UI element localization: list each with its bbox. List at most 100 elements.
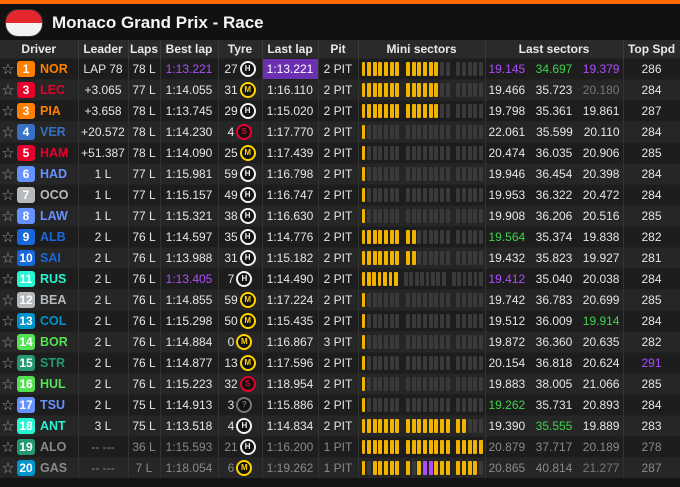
driver-code: HUL <box>40 377 66 391</box>
best-lap: 1:15.298 <box>160 310 219 332</box>
favorite-star-icon[interactable]: ☆ <box>0 354 16 372</box>
best-lap: 1:15.157 <box>160 184 219 206</box>
last-lap: 1:17.770 <box>262 121 319 143</box>
last-sectors-cell: 19.412 35.040 20.038 <box>485 268 624 290</box>
driver-code: COL <box>40 314 67 328</box>
col-last-lap[interactable]: Last lap <box>262 40 319 59</box>
position-badge: 15 <box>17 355 35 371</box>
driver-cell: ☆ 8 LAW <box>0 205 79 227</box>
sector-2-time: 35.361 <box>535 104 573 118</box>
driver-cell: ☆ 15 STR <box>0 352 79 374</box>
mini-sector-bar <box>456 440 461 454</box>
favorite-star-icon[interactable]: ☆ <box>0 375 16 393</box>
table-row[interactable]: ☆ 15 STR 2 L 76 L 1:14.877 13 M 1:17.596 2 PIT 20.… <box>0 352 680 374</box>
table-row[interactable]: ☆ 12 BEA 2 L 76 L 1:14.855 59 M 1:17.224 2 PIT 19.… <box>0 289 680 311</box>
pit-count: 2 PIT <box>318 163 359 185</box>
col-leader[interactable]: Leader <box>78 40 129 59</box>
mini-sector-bar <box>478 125 483 139</box>
col-top-speed[interactable]: Top Spd <box>623 40 680 59</box>
mini-sector-bar <box>389 314 394 328</box>
table-row[interactable]: ☆ 1 NOR LAP 78 78 L 1:13.221 27 H 1:13.221 2 PIT 1… <box>0 58 680 80</box>
table-row[interactable]: ☆ 20 GAS -- --- 7 L 1:18.054 6 M 1:19.262 1 PIT 20… <box>0 457 680 478</box>
favorite-star-icon[interactable]: ☆ <box>0 249 16 267</box>
col-mini-sectors[interactable]: Mini sectors <box>358 40 486 59</box>
col-best-lap[interactable]: Best lap <box>160 40 219 59</box>
table-row[interactable]: ☆ 7 OCO 1 L 77 L 1:15.157 49 H 1:16.747 2 PIT 19.9… <box>0 184 680 206</box>
table-row[interactable]: ☆ 3 PIA +3.658 78 L 1:13.745 29 H 1:15.020 2 PIT 1… <box>0 100 680 122</box>
table-row[interactable]: ☆ 6 HAD 1 L 77 L 1:15.981 59 H 1:16.798 2 PIT 19.9… <box>0 163 680 185</box>
best-lap: 1:14.230 <box>160 121 219 143</box>
table-row[interactable]: ☆ 5 HAM +51.387 78 L 1:14.090 25 M 1:17.439 2 PIT… <box>0 142 680 164</box>
favorite-star-icon[interactable]: ☆ <box>0 228 16 246</box>
favorite-star-icon[interactable]: ☆ <box>0 60 16 78</box>
favorite-star-icon[interactable]: ☆ <box>0 417 16 435</box>
mini-sector-bar <box>428 146 433 160</box>
leader-gap: 2 L <box>78 394 129 416</box>
mini-sector-bar <box>439 209 444 223</box>
mini-sector-bar <box>372 293 377 307</box>
table-row[interactable]: ☆ 3 LEC +3.065 77 L 1:14.055 31 M 1:16.110 2 PIT 1… <box>0 79 680 101</box>
top-speed: 284 <box>623 310 680 332</box>
sector-1-time: 19.908 <box>488 209 526 223</box>
mini-sector-bar <box>445 440 450 454</box>
favorite-star-icon[interactable]: ☆ <box>0 81 16 99</box>
table-row[interactable]: ☆ 9 ALB 2 L 76 L 1:14.597 35 H 1:14.776 2 PIT 19.5… <box>0 226 680 248</box>
sector-3-time: 20.189 <box>582 440 620 454</box>
favorite-star-icon[interactable]: ☆ <box>0 207 16 225</box>
table-row[interactable]: ☆ 16 HUL 2 L 76 L 1:15.223 32 S 1:18.954 2 PIT 19.… <box>0 373 680 395</box>
mini-sector-bar <box>372 209 377 223</box>
mini-sector-bar <box>478 83 483 97</box>
table-row[interactable]: ☆ 8 LAW 1 L 77 L 1:15.321 38 H 1:16.630 2 PIT 19.9… <box>0 205 680 227</box>
favorite-star-icon[interactable]: ☆ <box>0 165 16 183</box>
mini-sector-bar <box>395 440 400 454</box>
pit-count: 2 PIT <box>318 289 359 311</box>
col-laps[interactable]: Laps <box>128 40 161 59</box>
favorite-star-icon[interactable]: ☆ <box>0 144 16 162</box>
mini-sector-bar <box>445 461 450 475</box>
favorite-star-icon[interactable]: ☆ <box>0 270 16 288</box>
pit-count: 2 PIT <box>318 247 359 269</box>
leader-gap: 2 L <box>78 268 129 290</box>
favorite-star-icon[interactable]: ☆ <box>0 312 16 330</box>
col-tyre[interactable]: Tyre <box>218 40 263 59</box>
favorite-star-icon[interactable]: ☆ <box>0 459 16 477</box>
mini-sector-bar <box>428 461 433 475</box>
sector-3-time: 20.699 <box>582 293 620 307</box>
col-driver[interactable]: Driver <box>0 40 79 59</box>
col-pit[interactable]: Pit <box>318 40 359 59</box>
mini-sector-bar <box>372 83 377 97</box>
table-row[interactable]: ☆ 10 SAI 2 L 76 L 1:13.988 31 H 1:15.182 2 PIT 19.… <box>0 247 680 269</box>
driver-code: LEC <box>40 83 65 97</box>
favorite-star-icon[interactable]: ☆ <box>0 102 16 120</box>
table-row[interactable]: ☆ 13 COL 2 L 76 L 1:15.298 50 M 1:15.435 2 PIT 19.… <box>0 310 680 332</box>
driver-code: LAW <box>40 209 68 223</box>
col-last-sectors[interactable]: Last sectors <box>485 40 624 59</box>
last-lap: 1:14.776 <box>262 226 319 248</box>
mini-sectors-cell <box>358 415 486 437</box>
favorite-star-icon[interactable]: ☆ <box>0 396 16 414</box>
mini-sector-bar <box>417 440 422 454</box>
tyre-cell: 6M <box>218 457 263 478</box>
laps: 76 L <box>128 226 161 248</box>
mini-sector-bar <box>389 167 394 181</box>
table-row[interactable]: ☆ 18 ANT 3 L 75 L 1:13.518 4 H 1:14.834 2 PIT 19.3… <box>0 415 680 437</box>
favorite-star-icon[interactable]: ☆ <box>0 333 16 351</box>
favorite-star-icon[interactable]: ☆ <box>0 438 16 456</box>
favorite-star-icon[interactable]: ☆ <box>0 123 16 141</box>
table-row[interactable]: ☆ 11 RUS 2 L 76 L 1:13.405 7 H 1:14.490 2 PIT 19.4… <box>0 268 680 290</box>
favorite-star-icon[interactable]: ☆ <box>0 291 16 309</box>
driver-code: BEA <box>40 293 67 307</box>
favorite-star-icon[interactable]: ☆ <box>0 186 16 204</box>
mini-sector-bar <box>439 167 444 181</box>
tyre-compound-icon: H <box>239 229 256 245</box>
table-row[interactable]: ☆ 4 VER +20.572 78 L 1:14.230 4 S 1:17.770 2 PIT 2… <box>0 121 680 143</box>
tyre-cell: 35 H <box>218 226 263 248</box>
mini-sectors-cell <box>358 247 486 269</box>
mini-sector-bar <box>417 83 422 97</box>
mini-sector-bar <box>473 62 478 76</box>
driver-code: ALB <box>40 230 66 244</box>
table-row[interactable]: ☆ 19 ALO -- --- 36 L 1:15.593 21 H 1:16.200 1 PIT… <box>0 436 680 458</box>
driver-code: STR <box>40 356 65 370</box>
table-row[interactable]: ☆ 14 BOR 2 L 76 L 1:14.884 0 M 1:16.867 3 PIT 19.8… <box>0 331 680 353</box>
table-row[interactable]: ☆ 17 TSU 2 L 75 L 1:14.913 3? 1:15.886 2 PIT 19.2… <box>0 394 680 416</box>
